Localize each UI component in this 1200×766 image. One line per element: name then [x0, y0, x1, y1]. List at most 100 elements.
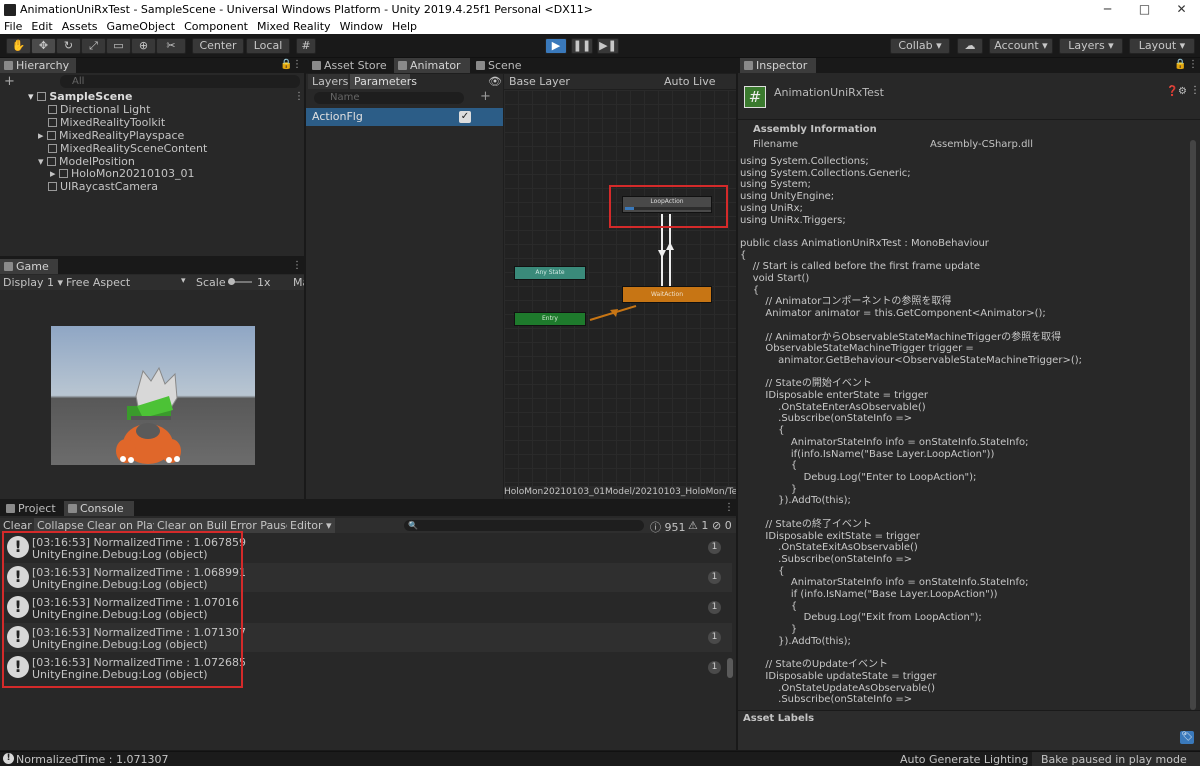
state-entry[interactable]: Entry	[514, 312, 586, 326]
tab-project[interactable]: Project	[2, 501, 62, 516]
rect-tool-icon[interactable]: ▭	[106, 38, 131, 54]
maximize-on-play-toggle[interactable]: Ma	[293, 276, 304, 289]
display-dropdown[interactable]: Display 1 ▾	[3, 276, 63, 289]
component-menu-icon[interactable]: ⋮	[1190, 85, 1200, 96]
param-search-input[interactable]: Name	[314, 92, 464, 104]
add-parameter-button[interactable]: +	[480, 89, 491, 104]
highlight-box-console	[2, 531, 243, 688]
scene-menu-icon[interactable]: ⋮	[294, 91, 304, 102]
state-any-state[interactable]: Any State	[514, 266, 586, 280]
hierarchy-item[interactable]: UIRaycastCamera	[48, 180, 158, 193]
hierarchy-item[interactable]: ▸ HoloMon20210103_01	[50, 167, 195, 180]
hierarchy-tab-label: Hierarchy	[16, 59, 70, 72]
panel-menu-icon[interactable]: ⋮	[292, 59, 302, 70]
maximize-button[interactable]: □	[1126, 0, 1163, 19]
animator-panel: Asset Store Animator Scene Layers Parame…	[306, 58, 736, 499]
menu-gameobject[interactable]: GameObject	[107, 20, 176, 33]
move-tool-icon[interactable]: ✥	[31, 38, 56, 54]
lock-icon[interactable]: 🔒	[1174, 59, 1186, 70]
close-button[interactable]: ✕	[1163, 0, 1200, 19]
console-scrollbar[interactable]	[727, 658, 733, 678]
add-object-button[interactable]: +	[4, 74, 20, 89]
aspect-dropdown[interactable]: Free Aspect	[66, 276, 130, 289]
hand-tool-icon[interactable]: ✋	[6, 38, 31, 54]
lock-icon[interactable]: 🔒	[280, 59, 292, 70]
hierarchy-item-label: HoloMon20210103_01	[71, 167, 195, 180]
transform-tool-icon[interactable]: ⊕	[131, 38, 156, 54]
grid-snap-icon[interactable]: #	[296, 38, 316, 54]
log-count-badge: 1	[708, 571, 721, 584]
console-search-input[interactable]: 🔍	[404, 520, 644, 531]
animator-tab-label: Animator	[410, 59, 461, 72]
hierarchy-item[interactable]: MixedRealityToolkit	[48, 116, 165, 129]
scene-name: SampleScene	[49, 90, 133, 103]
hierarchy-item[interactable]: MixedRealitySceneContent	[48, 142, 207, 155]
pause-button[interactable]: ❚❚	[571, 38, 593, 54]
game-viewport[interactable]	[51, 326, 255, 465]
menu-component[interactable]: Component	[184, 20, 248, 33]
scale-slider-thumb[interactable]	[228, 278, 235, 285]
inspector-scrollbar[interactable]	[1190, 140, 1196, 710]
tab-console[interactable]: Console	[64, 501, 134, 516]
status-info-icon: !	[3, 753, 14, 764]
tab-animator[interactable]: Animator	[394, 58, 470, 73]
hierarchy-item-label: MixedRealitySceneContent	[60, 142, 208, 155]
layout-dropdown[interactable]: Layout ▾	[1129, 38, 1195, 54]
layers-dropdown[interactable]: Layers ▾	[1059, 38, 1123, 54]
menu-assets[interactable]: Assets	[62, 20, 98, 33]
info-icon	[744, 61, 753, 70]
menu-mixed-reality[interactable]: Mixed Reality	[257, 20, 331, 33]
tab-game[interactable]: Game	[0, 259, 58, 274]
hierarchy-search-placeholder: All	[72, 76, 85, 87]
hierarchy-item[interactable]: Directional Light	[48, 103, 150, 116]
warning-count-toggle[interactable]: ⚠ 1	[688, 519, 708, 532]
eye-icon[interactable]: 👁	[488, 75, 502, 88]
state-wait-action[interactable]: WaitAction	[622, 286, 712, 303]
hierarchy-item[interactable]: ▸ MixedRealityPlayspace	[38, 129, 184, 142]
tab-inspector[interactable]: Inspector	[740, 58, 816, 73]
collab-dropdown[interactable]: Collab ▾	[890, 38, 950, 54]
panel-menu-icon[interactable]: ⋮	[724, 502, 734, 513]
layers-tab-label: Layers	[312, 75, 349, 88]
hierarchy-search-input[interactable]: All	[60, 75, 300, 88]
layer-breadcrumb[interactable]: Base Layer	[509, 75, 570, 88]
status-message[interactable]: NormalizedTime : 1.071307	[16, 753, 169, 766]
editor-dropdown[interactable]: Editor ▾	[287, 518, 335, 533]
tag-icon[interactable]: 🏷	[1180, 731, 1194, 744]
minimize-button[interactable]: ─	[1089, 0, 1126, 19]
cloud-icon[interactable]: ☁	[957, 38, 983, 54]
auto-lighting-status: Auto Generate Lighting Off	[900, 753, 1049, 766]
settings-icon[interactable]: ⚙	[1178, 86, 1187, 97]
parameter-checkbox[interactable]: ✓	[459, 111, 471, 123]
param-search-placeholder: Name	[330, 92, 360, 103]
scale-tool-icon[interactable]: ⤢	[81, 38, 106, 54]
help-icon[interactable]: ❓	[1166, 86, 1178, 97]
tab-asset-store[interactable]: Asset Store	[308, 58, 392, 73]
error-count-toggle[interactable]: ⊘ 0	[712, 519, 732, 532]
panel-menu-icon[interactable]: ⋮	[1188, 59, 1198, 70]
pivot-local-toggle[interactable]: Local	[246, 38, 290, 54]
scale-label: Scale	[196, 276, 226, 289]
scene-root[interactable]: ▾ SampleScene	[28, 90, 132, 103]
scene-icon	[476, 61, 485, 70]
menu-file[interactable]: File	[4, 20, 22, 33]
rotate-tool-icon[interactable]: ↻	[56, 38, 81, 54]
script-source-text: using System.Collections; using System.C…	[740, 156, 1082, 706]
tab-hierarchy[interactable]: Hierarchy	[0, 58, 76, 73]
account-dropdown[interactable]: Account ▾	[989, 38, 1053, 54]
custom-tool-icon[interactable]: ✂	[156, 38, 186, 54]
play-button[interactable]: ▶	[545, 38, 567, 54]
parameter-row[interactable]: ActionFlg ✓	[306, 108, 503, 126]
animator-graph[interactable]: LoopAction WaitAction Any State Entry	[504, 90, 736, 486]
pivot-center-toggle[interactable]: Center	[192, 38, 244, 54]
tab-parameters[interactable]: Parameters	[350, 74, 417, 89]
tab-layers[interactable]: Layers	[308, 74, 348, 89]
menu-window[interactable]: Window	[340, 20, 383, 33]
step-button[interactable]: ▶❚	[597, 38, 619, 54]
aspect-label: Free Aspect	[66, 276, 131, 289]
menu-edit[interactable]: Edit	[31, 20, 52, 33]
panel-menu-icon[interactable]: ⋮	[292, 260, 302, 271]
animator-tabbar: Asset Store Animator Scene	[306, 58, 736, 73]
tab-scene[interactable]: Scene	[472, 58, 532, 73]
menu-help[interactable]: Help	[392, 20, 417, 33]
